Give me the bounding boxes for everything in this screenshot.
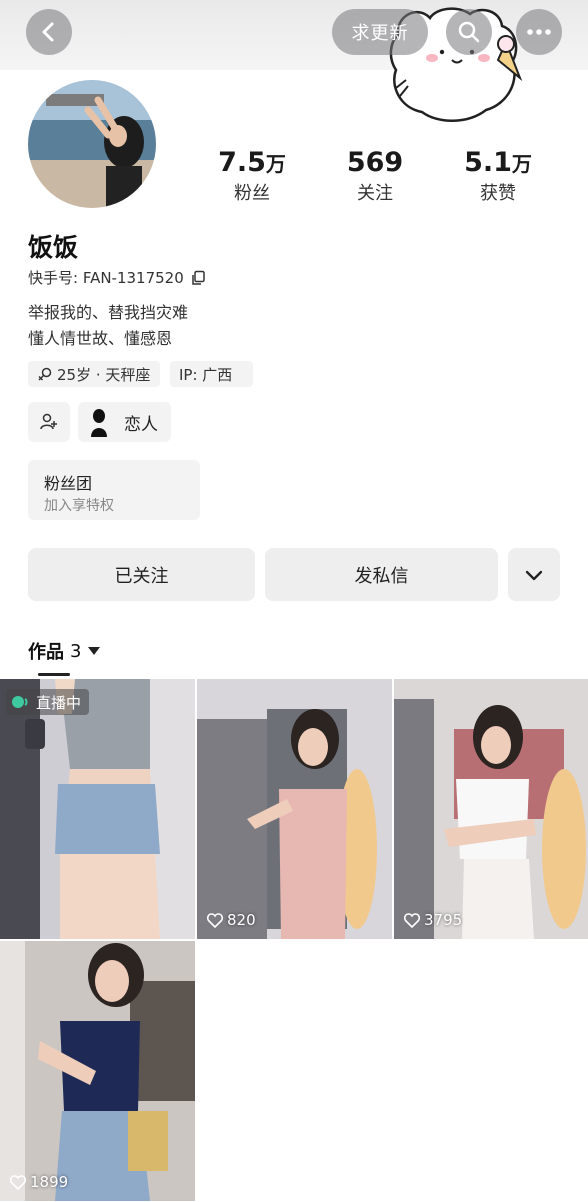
more-options-button[interactable] (516, 9, 562, 55)
expand-more-button[interactable] (508, 548, 560, 601)
followed-button[interactable]: 已关注 (28, 548, 255, 601)
work-thumbnail[interactable]: 1899 (0, 941, 195, 1201)
tab-works-label: 作品 (28, 642, 64, 663)
live-indicator-icon (12, 696, 28, 708)
stat-following[interactable]: 569 关注 (320, 146, 430, 207)
profile-name: 饭饭 (28, 233, 79, 262)
request-update-label: 求更新 (351, 23, 409, 44)
chevron-down-icon (525, 570, 543, 580)
heart-icon (10, 1174, 26, 1190)
like-count: 1899 (10, 1173, 68, 1191)
live-badge: 直播中 (6, 689, 90, 715)
stat-value: 5.1 (464, 147, 512, 178)
stat-label: 获赞 (480, 183, 516, 204)
kuaishou-id: 快手号: FAN-1317520 (28, 269, 184, 287)
ip-location-tag: IP: 广西 (170, 361, 253, 387)
tab-works[interactable]: 作品 3 (28, 638, 101, 664)
like-count-value: 820 (227, 911, 256, 929)
followed-label: 已关注 (114, 565, 169, 587)
partner-chip[interactable]: 恋人 (78, 402, 171, 442)
work-thumbnail[interactable]: 3795 (394, 679, 588, 939)
live-label: 直播中 (36, 693, 82, 712)
partner-avatar (91, 409, 107, 437)
work-thumbnail[interactable]: 820 (197, 679, 392, 939)
fan-group-subtitle: 加入享特权 (44, 498, 114, 514)
like-count: 820 (207, 911, 256, 929)
send-message-button[interactable]: 发私信 (265, 548, 498, 601)
stat-likes[interactable]: 5.1万 获赞 (443, 146, 553, 207)
tab-works-count: 3 (70, 640, 82, 662)
stat-value: 569 (346, 147, 404, 178)
stat-unit: 万 (511, 152, 532, 176)
send-message-label: 发私信 (354, 565, 409, 587)
bio-line: 举报我的、替我挡灾难 (28, 303, 189, 322)
work-thumbnail[interactable]: 直播中 (0, 679, 195, 939)
fan-group-title: 粉丝团 (44, 474, 93, 493)
ip-location-text: IP: 广西 (179, 365, 233, 384)
fan-group-card[interactable]: 粉丝团 加入享特权 (28, 460, 200, 520)
like-count: 3795 (404, 911, 462, 929)
like-count-value: 3795 (424, 911, 463, 929)
kuaishou-id-row: 快手号: FAN-1317520 (28, 267, 206, 288)
heart-icon (404, 912, 420, 928)
heart-icon (207, 912, 223, 928)
caret-down-icon (88, 647, 101, 655)
thumbnail-image (197, 679, 392, 939)
age-zodiac-tag: 25岁 · 天秤座 (28, 361, 160, 387)
partner-label: 恋人 (124, 414, 158, 435)
stat-followers[interactable]: 7.5万 粉丝 (197, 146, 307, 207)
avatar[interactable] (28, 80, 156, 208)
more-dots-icon (527, 29, 551, 35)
bio-line: 懂人情世故、懂感恩 (28, 329, 173, 348)
chevron-left-icon (42, 22, 54, 42)
thumbnail-image (0, 941, 195, 1201)
copy-icon[interactable] (190, 270, 206, 286)
tab-underline (38, 673, 70, 676)
back-button[interactable] (26, 9, 72, 55)
add-friend-button[interactable] (28, 402, 70, 442)
gender-female-icon (38, 367, 52, 381)
request-update-button[interactable]: 求更新 (332, 9, 428, 55)
search-button[interactable] (446, 9, 492, 55)
like-count-value: 1899 (30, 1173, 69, 1191)
stat-value: 7.5 (218, 147, 266, 178)
stat-unit: 万 (265, 152, 286, 176)
search-icon (458, 21, 480, 43)
thumbnail-image (0, 679, 195, 939)
profile-page: 求更新 7.5万 粉丝 569 关注 5.1万 获赞 饭饭 快手号: FAN-1… (0, 0, 588, 1202)
add-person-icon (40, 413, 57, 430)
avatar-photo (28, 80, 156, 208)
stat-label: 粉丝 (234, 183, 270, 204)
thumbnail-image (394, 679, 588, 939)
stat-label: 关注 (357, 183, 393, 204)
age-zodiac-text: 25岁 · 天秤座 (57, 365, 151, 384)
